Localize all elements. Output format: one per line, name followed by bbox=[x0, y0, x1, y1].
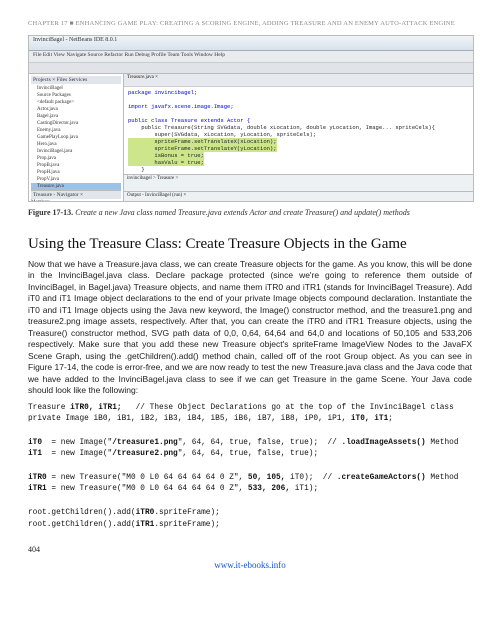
breadcrumb-bar: invincibagel > Treasure > bbox=[124, 174, 473, 191]
code-bold: iT0 bbox=[28, 439, 42, 447]
page-container: CHAPTER 17 ■ ENHANCING GAME PLAY: CREATI… bbox=[0, 0, 500, 580]
code-text: ; bbox=[388, 415, 393, 423]
tree-file: PropB.java bbox=[31, 162, 121, 169]
code-text: root.getChildren().add( bbox=[28, 521, 136, 529]
code-bold: 533, 206, bbox=[248, 485, 290, 493]
ide-left-panel: Projects × Files Services InvinciBagel S… bbox=[29, 74, 124, 202]
code-text: Method bbox=[426, 474, 459, 482]
code-line: spriteFrame.setTranslateX(xLocation); bbox=[128, 138, 277, 145]
projects-panel-title: Projects × Files Services bbox=[31, 76, 121, 84]
tree-file: GamePlayLoop.java bbox=[31, 134, 121, 141]
navigator-panel: Treasure - Navigator × Members Treasure(… bbox=[31, 190, 121, 202]
tree-file-selected: Treasure.java bbox=[31, 183, 121, 190]
code-bold: .createGameActors() bbox=[337, 474, 426, 482]
code-bold: iTR0 bbox=[136, 509, 155, 517]
code-bold: 50, 105, bbox=[248, 474, 285, 482]
editor-tabs: Treasure.java × bbox=[124, 74, 473, 87]
tree-file: Enemy.java bbox=[31, 127, 121, 134]
ide-main-area: Treasure.java × package invincibagel; im… bbox=[124, 74, 473, 202]
tree-file: CastingDirector.java bbox=[31, 120, 121, 127]
code-text: private Image iB0, iB1, iB2, iB3, iB4, i… bbox=[28, 415, 351, 423]
code-comment: // These Object Declarations go at the t… bbox=[122, 404, 454, 412]
footer-link[interactable]: www.it-ebooks.info bbox=[28, 560, 472, 570]
window-toolbar bbox=[29, 63, 473, 74]
code-text: = new Treasure("M0 0 L0 64 64 64 64 0 Z"… bbox=[47, 485, 248, 493]
tree-pkg: Source Packages bbox=[31, 92, 121, 99]
code-bold: iTR0 bbox=[28, 474, 47, 482]
tree-file: Hero.java bbox=[31, 141, 121, 148]
code-line: spriteFrame.setTranslateY(yLocation); bbox=[128, 145, 277, 152]
members-label: Members bbox=[31, 200, 121, 202]
code-text: ", 64, 64, true, false, true); bbox=[178, 450, 318, 458]
window-titlebar: InvinciBagel - NetBeans IDE 8.0.1 bbox=[29, 36, 473, 51]
window-menubar: File Edit View Navigate Source Refactor … bbox=[29, 51, 473, 63]
code-line: } bbox=[128, 166, 145, 173]
code-listing: Treasure iTR0, iTR1; // These Object Dec… bbox=[28, 403, 472, 532]
tree-file: Actor.java bbox=[31, 106, 121, 113]
ide-screenshot: InvinciBagel - NetBeans IDE 8.0.1 File E… bbox=[28, 35, 474, 202]
code-text: .spriteFrame); bbox=[154, 509, 220, 517]
section-heading: Using the Treasure Class: Create Treasur… bbox=[28, 235, 472, 253]
code-bold: /treasure1.png bbox=[112, 439, 178, 447]
code-text: iT0); // bbox=[285, 474, 336, 482]
figure-text: Create a new Java class named Treasure.j… bbox=[75, 208, 410, 217]
tree-file: PropH.java bbox=[31, 169, 121, 176]
code-line: hasValu = true; bbox=[128, 159, 204, 166]
code-text: .spriteFrame); bbox=[154, 521, 220, 529]
code-text: Method bbox=[426, 439, 459, 447]
ide-body: Projects × Files Services InvinciBagel S… bbox=[29, 74, 473, 202]
tree-root: InvinciBagel bbox=[31, 85, 121, 92]
code-text: ", 64, 64, true, false, true); // bbox=[178, 439, 342, 447]
code-text: = new Treasure("M0 0 L0 64 64 64 64 0 Z"… bbox=[47, 474, 248, 482]
output-panel: Output - InvinciBagel (run) × bbox=[124, 191, 473, 202]
code-line: super(SVGdata, xLocation, yLocation, spr… bbox=[128, 131, 316, 138]
code-bold: iT0, iT1 bbox=[351, 415, 388, 423]
code-text: Treasure bbox=[28, 404, 70, 412]
code-text: = new Image(" bbox=[42, 450, 112, 458]
tree-default: <default package> bbox=[31, 99, 121, 106]
navigator-title: Treasure - Navigator × bbox=[31, 191, 121, 199]
figure-caption: Figure 17-13. Create a new Java class na… bbox=[28, 208, 472, 217]
chapter-header: CHAPTER 17 ■ ENHANCING GAME PLAY: CREATI… bbox=[28, 20, 472, 27]
code-line: package invincibagel; bbox=[128, 89, 197, 96]
code-text: root.getChildren().add( bbox=[28, 509, 136, 517]
code-bold: iT1 bbox=[28, 450, 42, 458]
code-line: public class Treasure extends Actor { bbox=[128, 117, 250, 124]
figure-number: Figure 17-13. bbox=[28, 208, 73, 217]
code-editor: package invincibagel; import javafx.scen… bbox=[124, 87, 473, 174]
code-line: public Treasure(String SVGdata, double x… bbox=[128, 124, 435, 131]
code-bold: .loadImageAssets() bbox=[342, 439, 426, 447]
tree-file: InvinciBagel.java bbox=[31, 148, 121, 155]
code-text: = new Image(" bbox=[42, 439, 112, 447]
code-line: import javafx.scene.image.Image; bbox=[128, 103, 234, 110]
code-bold: iTR1 bbox=[136, 521, 155, 529]
code-line: isBonus = true; bbox=[128, 152, 204, 159]
code-bold: iTR1 bbox=[28, 485, 47, 493]
code-text: iT1); bbox=[290, 485, 318, 493]
tree-file: Bagel.java bbox=[31, 113, 121, 120]
page-number: 404 bbox=[28, 545, 472, 554]
body-paragraph: Now that we have a Treasure.java class, … bbox=[28, 259, 472, 397]
code-bold: /treasure2.png bbox=[112, 450, 178, 458]
tree-file: PropV.java bbox=[31, 176, 121, 183]
tree-file: Prop.java bbox=[31, 155, 121, 162]
code-bold: iTR0, iTR1; bbox=[70, 404, 121, 412]
